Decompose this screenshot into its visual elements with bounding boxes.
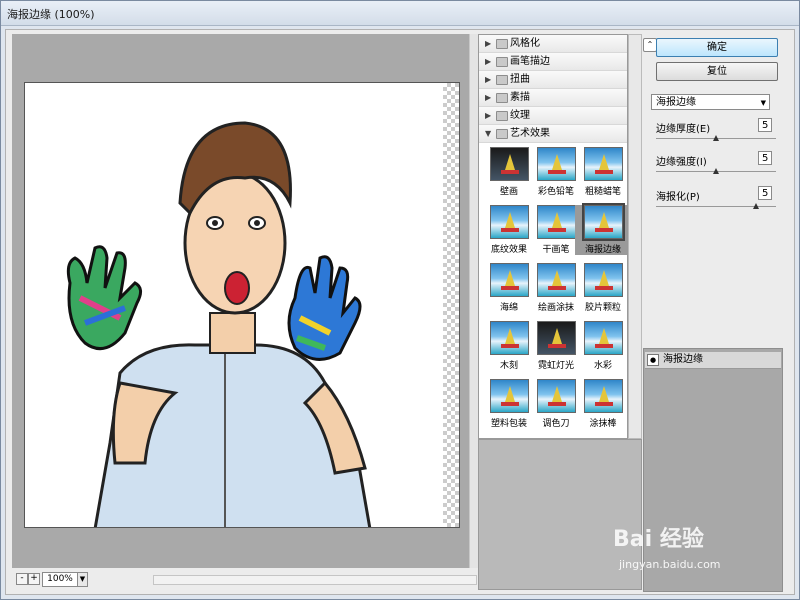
param-label: 边缘强度(I) xyxy=(656,157,707,168)
thumb-label: 水彩 xyxy=(593,361,612,371)
thumbnail-image xyxy=(536,147,576,181)
ok-button[interactable]: 确定 xyxy=(656,38,778,57)
category-label: 纹理 xyxy=(510,110,530,121)
transparency-checker xyxy=(443,83,459,527)
slider-knob[interactable] xyxy=(713,168,719,174)
param-value-field[interactable]: 5 xyxy=(758,151,772,165)
thumbnail-image xyxy=(536,263,576,297)
collapse-panel-icon[interactable]: ⌃ xyxy=(643,38,657,52)
filter-thumb-selected[interactable]: 海报边缘 xyxy=(575,203,627,255)
category-sketch[interactable]: ▶ 素描 xyxy=(479,89,627,107)
folder-icon xyxy=(496,93,508,103)
filter-list: ▶ 风格化 ▶ 画笔描边 ▶ 扭曲 ▶ 素描 ▶ 纹理 ▼ 艺术效果 壁画 彩色… xyxy=(478,34,628,439)
filter-list-scrollbar[interactable] xyxy=(628,34,642,439)
category-stylize[interactable]: ▶ 风格化 xyxy=(479,35,627,53)
zoom-bar: - + 100% ▼ xyxy=(12,570,479,590)
folder-icon xyxy=(496,57,508,67)
thumb-label: 粗糙蜡笔 xyxy=(584,187,621,197)
thumbnail-image xyxy=(489,205,529,239)
effect-layers-panel xyxy=(643,348,783,592)
thumbnail-image xyxy=(489,263,529,297)
category-texture[interactable]: ▶ 纹理 xyxy=(479,107,627,125)
thumbnail-image xyxy=(489,379,529,413)
thumbnail-image xyxy=(536,205,576,239)
chevron-down-icon: ▼ xyxy=(760,99,766,107)
collapse-arrow-icon: ▼ xyxy=(485,129,492,138)
param-label: 边缘厚度(E) xyxy=(656,124,711,135)
thumb-label: 胶片颗粒 xyxy=(584,303,621,313)
baidu-watermark-logo: Bai 经验 xyxy=(613,527,704,552)
param-value-field[interactable]: 5 xyxy=(758,118,772,132)
thumbnail-image xyxy=(581,203,625,241)
slider-knob[interactable] xyxy=(753,203,759,209)
filter-select-value: 海报边缘 xyxy=(656,97,696,108)
category-label: 画笔描边 xyxy=(510,56,550,67)
thumb-label: 海报边缘 xyxy=(584,245,621,255)
folder-icon xyxy=(496,75,508,85)
filter-list-empty-area xyxy=(478,439,642,590)
filter-thumb[interactable]: 水彩 xyxy=(575,321,627,371)
effect-layer-label: 海报边缘 xyxy=(663,354,703,365)
thumbnail-image xyxy=(583,321,623,355)
title-bar: 海报边缘 (100%) xyxy=(1,1,799,26)
thumbnail-image xyxy=(489,321,529,355)
zoom-dropdown-icon[interactable]: ▼ xyxy=(77,572,88,587)
slider-knob[interactable] xyxy=(713,135,719,141)
filter-thumb[interactable]: 粗糙蜡笔 xyxy=(575,147,627,197)
thumbnail-image xyxy=(536,321,576,355)
category-artistic[interactable]: ▼ 艺术效果 xyxy=(479,125,627,143)
category-label: 风格化 xyxy=(510,38,540,49)
window-title: 海报边缘 (100%) xyxy=(7,8,95,21)
category-distort[interactable]: ▶ 扭曲 xyxy=(479,71,627,89)
folder-open-icon xyxy=(496,129,508,139)
thumbnail-image xyxy=(583,263,623,297)
zoom-in-button[interactable]: + xyxy=(28,573,40,585)
expand-arrow-icon: ▶ xyxy=(485,93,492,102)
preview-image xyxy=(66,121,372,527)
thumbnail-image xyxy=(536,379,576,413)
category-label: 扭曲 xyxy=(510,74,530,85)
baidu-watermark-url: jingyan.baidu.com xyxy=(619,558,721,571)
preview-canvas[interactable] xyxy=(24,82,460,528)
category-brush-strokes[interactable]: ▶ 画笔描边 xyxy=(479,53,627,71)
filter-thumbnails: 壁画 彩色铅笔 粗糙蜡笔 底纹效果 干画笔 海报边缘 海绵 绘画涂抹 胶片颗粒 … xyxy=(479,143,627,438)
expand-arrow-icon: ▶ xyxy=(485,57,492,66)
filter-select[interactable]: 海报边缘 ▼ xyxy=(651,94,770,110)
thumb-label: 涂抹棒 xyxy=(589,419,617,429)
filter-thumb[interactable]: 胶片颗粒 xyxy=(575,263,627,313)
posterization-control: 海报化(P) 5 xyxy=(656,186,776,216)
edge-thickness-control: 边缘厚度(E) 5 xyxy=(656,118,776,148)
preview-horizontal-scrollbar[interactable] xyxy=(153,575,477,585)
dialog-body: - + 100% ▼ ▶ 风格化 ▶ 画笔描边 ▶ 扭曲 ▶ 素描 ▶ 纹理 ▼… xyxy=(5,29,795,595)
category-label: 艺术效果 xyxy=(510,128,550,139)
eye-icon[interactable]: ● xyxy=(647,354,659,366)
expand-arrow-icon: ▶ xyxy=(485,39,492,48)
filter-gallery-window: 海报边缘 (100%) - + 100% ▼ ▶ 风格化 ▶ 画笔描边 ▶ 扭曲… xyxy=(0,0,800,600)
zoom-out-button[interactable]: - xyxy=(16,573,28,585)
param-label: 海报化(P) xyxy=(656,192,700,203)
preview-area xyxy=(12,34,469,568)
reset-button[interactable]: 复位 xyxy=(656,62,778,81)
filter-thumb[interactable]: 涂抹棒 xyxy=(575,379,627,429)
expand-arrow-icon: ▶ xyxy=(485,111,492,120)
edge-intensity-control: 边缘强度(I) 5 xyxy=(656,151,776,181)
thumbnail-image xyxy=(583,147,623,181)
folder-icon xyxy=(496,111,508,121)
effect-layer-row[interactable]: ● 海报边缘 xyxy=(645,352,781,369)
param-value-field[interactable]: 5 xyxy=(758,186,772,200)
folder-icon xyxy=(496,39,508,49)
expand-arrow-icon: ▶ xyxy=(485,75,492,84)
zoom-field[interactable]: 100% xyxy=(42,572,78,587)
thumbnail-image xyxy=(489,147,529,181)
thumbnail-image xyxy=(583,379,623,413)
category-label: 素描 xyxy=(510,92,530,103)
